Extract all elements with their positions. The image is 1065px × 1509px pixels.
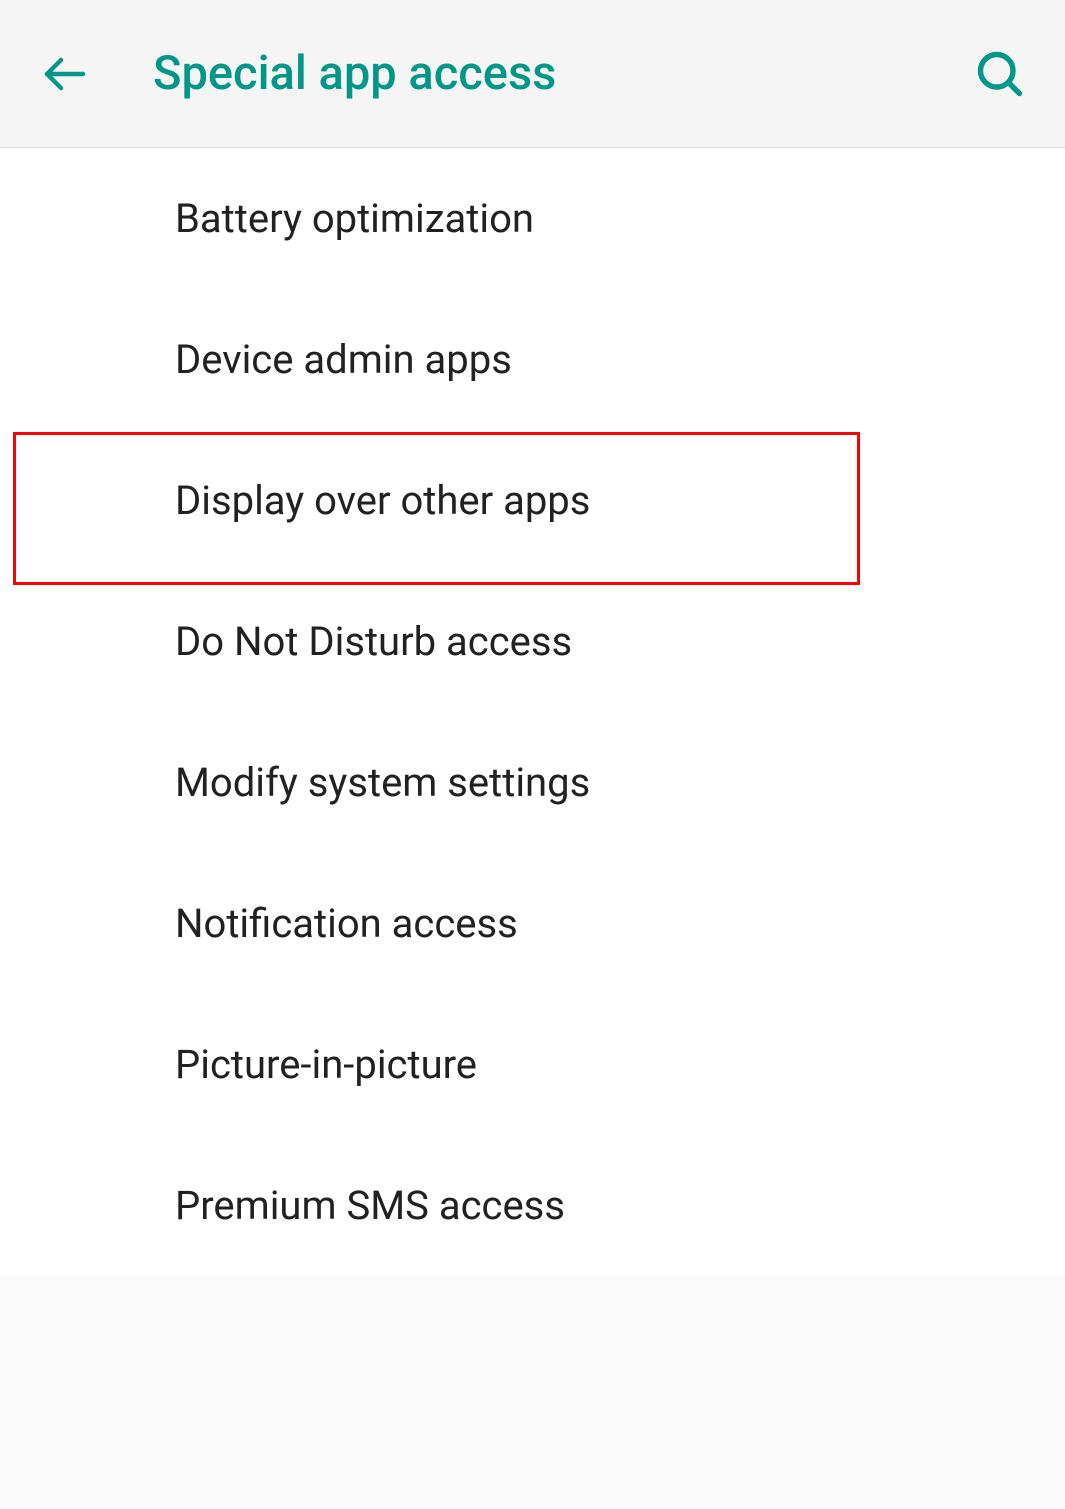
back-button[interactable] — [20, 0, 110, 147]
list-item-display-over-other-apps[interactable]: Display over other apps — [0, 430, 1065, 571]
page-title: Special app access — [110, 46, 955, 101]
list-item-premium-sms-access[interactable]: Premium SMS access — [0, 1135, 1065, 1276]
list-item-device-admin-apps[interactable]: Device admin apps — [0, 289, 1065, 430]
list-item-label: Notification access — [175, 900, 518, 947]
list-item-label: Picture-in-picture — [175, 1041, 477, 1088]
list-item-label: Premium SMS access — [175, 1182, 565, 1229]
arrow-back-icon — [41, 50, 89, 98]
list-item-label: Display over other apps — [175, 477, 590, 524]
app-header: Special app access — [0, 0, 1065, 148]
list-item-do-not-disturb-access[interactable]: Do Not Disturb access — [0, 571, 1065, 712]
list-item-label: Do Not Disturb access — [175, 618, 572, 665]
list-item-battery-optimization[interactable]: Battery optimization — [0, 148, 1065, 289]
list-item-label: Device admin apps — [175, 336, 512, 383]
list-item-picture-in-picture[interactable]: Picture-in-picture — [0, 994, 1065, 1135]
list-item-notification-access[interactable]: Notification access — [0, 853, 1065, 994]
list-item-modify-system-settings[interactable]: Modify system settings — [0, 712, 1065, 853]
list-item-label: Battery optimization — [175, 195, 534, 242]
search-icon — [974, 48, 1026, 100]
search-button[interactable] — [955, 0, 1045, 147]
settings-list: Battery optimization Device admin apps D… — [0, 148, 1065, 1276]
list-item-label: Modify system settings — [175, 759, 590, 806]
